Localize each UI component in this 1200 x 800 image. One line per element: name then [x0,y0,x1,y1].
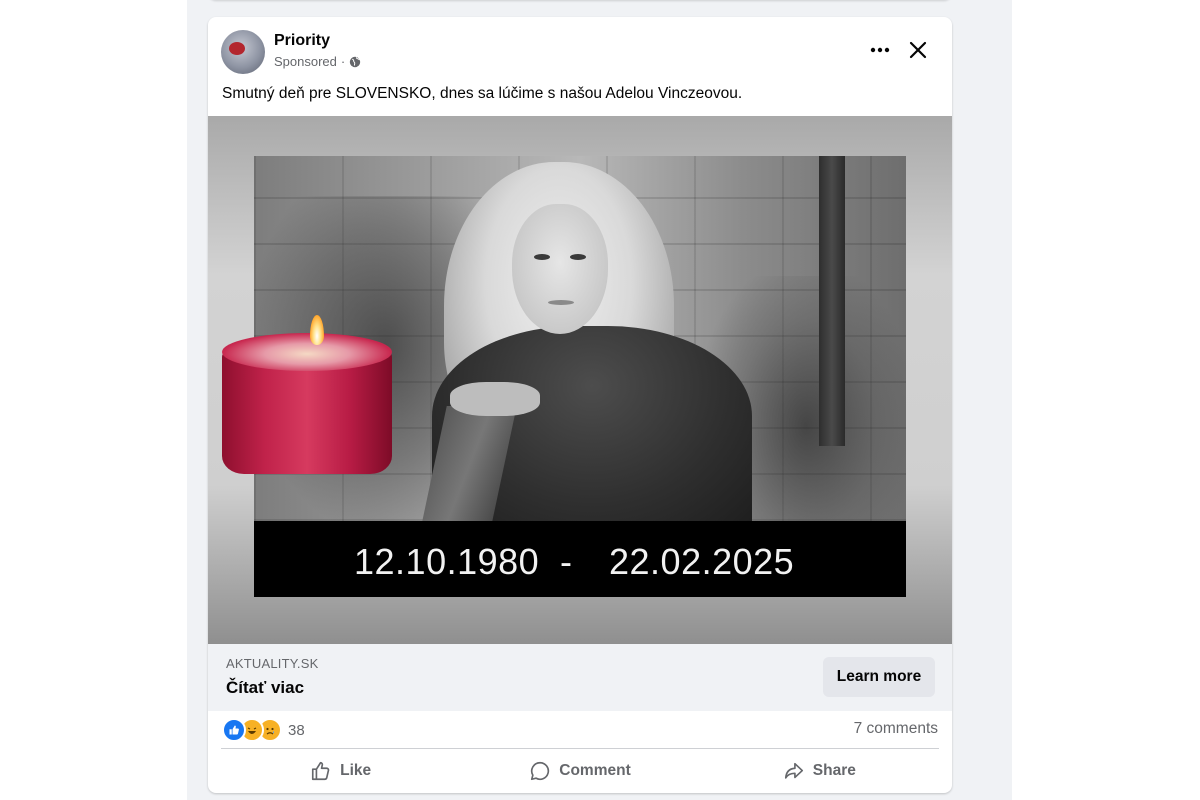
date-born: 12.10.1980 [354,541,540,582]
share-label: Share [812,762,856,779]
comments-count[interactable]: 7 comments [854,720,938,738]
post-actions: Like Comment Share [221,751,939,791]
date-separator: - [560,541,573,582]
portrait-eye-right [570,254,586,260]
sponsored-label[interactable]: Sponsored [274,54,337,69]
link-domain: AKTUALITY.SK [226,656,319,671]
share-arrow-icon [784,762,803,779]
close-post-button[interactable] [902,34,934,66]
like-label: Like [340,762,372,779]
close-icon [909,41,927,59]
share-button[interactable]: Share [700,751,939,791]
learn-more-button[interactable]: Learn more [823,657,935,697]
post-image[interactable]: 12.10.1980 - 22.02.2025 [208,116,952,644]
more-options-icon [870,47,890,53]
page-name[interactable]: Priority [274,32,330,50]
memorial-candle [222,315,392,479]
portrait-mouth [548,300,574,305]
avatar-flower [229,42,245,55]
thumbs-up-icon [312,761,330,781]
meta-separator: · [340,54,346,69]
portrait-hand [450,382,540,416]
post-meta: Sponsored · [274,54,361,69]
portrait-eye-left [534,254,550,260]
comment-bubble-icon [531,761,550,781]
globe-icon[interactable] [349,56,361,68]
sponsored-post: Priority Sponsored · Smutný deň pre SLOV… [208,17,952,793]
comment-button[interactable]: Comment [460,751,699,791]
date-died: 22.02.2025 [609,541,795,582]
wooden-post [819,156,845,446]
page-avatar[interactable] [221,30,265,74]
like-reaction-icon [222,718,246,742]
post-text: Smutný deň pre SLOVENSKO, dnes sa lúčime… [222,85,743,102]
actions-divider [221,748,939,749]
dates-banner: 12.10.1980 - 22.02.2025 [254,521,906,597]
comment-label: Comment [559,762,631,779]
more-options-button[interactable] [864,34,896,66]
link-preview[interactable]: AKTUALITY.SK Čítať viac Learn more [208,644,952,711]
reactions-summary[interactable]: 38 [222,718,305,742]
link-title[interactable]: Čítať viac [226,678,304,698]
candle-rim [222,333,392,371]
like-button[interactable]: Like [221,751,460,791]
portrait-face [512,204,608,334]
reaction-count[interactable]: 38 [288,722,305,739]
